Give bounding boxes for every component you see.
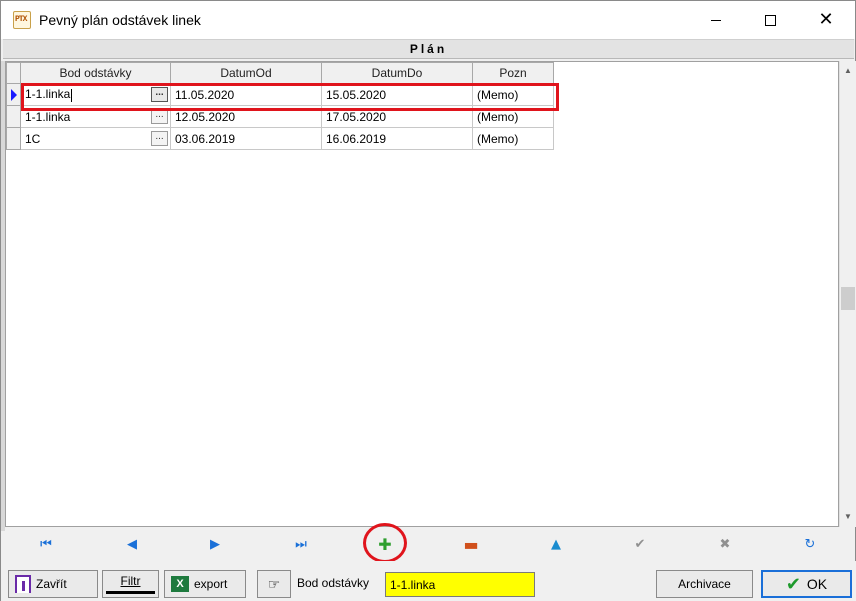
filter-button[interactable]: Filtr <box>102 570 159 598</box>
app-icon-label: PTX <box>15 15 27 24</box>
cell-datumod[interactable]: 03.06.2019 <box>170 127 322 150</box>
table-header-row: Bod odstávky DatumOd DatumDo Pozn <box>6 62 554 84</box>
close-window-button[interactable]: ✕ <box>803 1 849 39</box>
nav-post-button[interactable]: ✔ <box>625 531 655 557</box>
title-bar: PTX Pevný plán odstávek linek ✕ <box>1 1 855 39</box>
nav-refresh-button[interactable]: ↻ <box>795 531 825 557</box>
last-record-icon: ⏭ <box>295 536 307 552</box>
plus-icon: ✚ <box>378 534 392 554</box>
door-exit-icon <box>15 575 31 593</box>
maximize-button[interactable] <box>747 1 793 39</box>
text-caret <box>71 88 73 102</box>
minimize-button[interactable] <box>693 1 739 39</box>
cell-datumdo[interactable]: 17.05.2020 <box>321 105 473 128</box>
pointing-hand-icon: ☞ <box>267 575 281 592</box>
scroll-down-icon[interactable]: ▼ <box>840 509 856 525</box>
cell-datumod[interactable]: 12.05.2020 <box>170 105 322 128</box>
prior-record-icon: ◀ <box>127 536 137 552</box>
window-title: Pevný plán odstávek linek <box>39 12 201 28</box>
search-input[interactable] <box>385 572 535 597</box>
cell-pozn[interactable]: (Memo) <box>472 83 554 106</box>
app-icon: PTX <box>13 11 31 29</box>
indicator-header <box>6 62 21 84</box>
cell-bod-editing[interactable]: 1-1.linka... <box>20 83 171 106</box>
ellipsis-button[interactable]: ... <box>151 131 168 146</box>
search-field-label: Bod odstávky <box>297 576 370 590</box>
cancel-icon: ✖ <box>719 536 731 552</box>
cell-datumod[interactable]: 11.05.2020 <box>170 83 322 106</box>
up-triangle-icon: ▲ <box>551 536 561 552</box>
close-button[interactable]: Zavřít <box>8 570 98 598</box>
table-row[interactable]: 1C... 03.06.2019 16.06.2019 (Memo) <box>6 127 554 150</box>
ellipsis-button[interactable]: ... <box>151 109 168 124</box>
cell-bod-value[interactable]: 1-1.linka <box>25 87 70 101</box>
column-header-datumdo[interactable]: DatumDo <box>321 62 473 84</box>
scroll-up-icon[interactable]: ▲ <box>840 63 856 79</box>
nav-first-button[interactable]: ⏮ <box>31 531 61 557</box>
current-row-arrow-icon <box>11 88 17 101</box>
nav-prior-button[interactable]: ◀ <box>117 531 147 557</box>
minus-icon: ▬ <box>463 534 479 554</box>
cell-bod[interactable]: 1C... <box>20 127 171 150</box>
vertical-scrollbar[interactable]: ▲ ▼ <box>839 61 856 527</box>
locate-button[interactable]: ☞ <box>257 570 291 598</box>
nav-next-button[interactable]: ▶ <box>200 531 230 557</box>
cell-bod-value: 1C <box>25 131 41 146</box>
nav-edit-button[interactable]: ▲ <box>541 531 571 557</box>
nav-last-button[interactable]: ⏭ <box>286 531 316 557</box>
cell-pozn[interactable]: (Memo) <box>472 127 554 150</box>
maximize-icon <box>764 14 776 26</box>
filter-indicator-bar <box>106 590 155 594</box>
filter-button-label: Filtr <box>120 573 141 588</box>
first-record-icon: ⏮ <box>40 536 52 552</box>
table-row[interactable]: 1-1.linka... 11.05.2020 15.05.2020 (Memo… <box>6 83 554 106</box>
nav-delete-button[interactable]: ▬ <box>456 531 486 557</box>
cell-bod-value: 1-1.linka <box>25 109 71 124</box>
section-title: Plán <box>3 39 854 59</box>
nav-insert-button[interactable]: ✚ <box>370 531 400 557</box>
checkmark-icon: ✔ <box>785 573 801 595</box>
cell-pozn[interactable]: (Memo) <box>472 105 554 128</box>
check-icon: ✔ <box>634 536 646 552</box>
archive-button-label: Archivace <box>678 577 731 591</box>
cell-datumdo[interactable]: 15.05.2020 <box>321 83 473 106</box>
next-record-icon: ▶ <box>210 536 220 552</box>
column-header-bod[interactable]: Bod odstávky <box>20 62 171 84</box>
record-navigator: ⏮ ◀ ▶ ⏭ ✚ ▬ ▲ ✔ ✖ ↻ <box>5 529 853 559</box>
row-indicator <box>6 105 21 128</box>
export-button[interactable]: X export <box>164 570 246 598</box>
ok-button[interactable]: ✔ OK <box>761 570 852 598</box>
close-button-label: Zavřít <box>36 577 67 591</box>
archive-button[interactable]: Archivace <box>656 570 753 598</box>
column-header-pozn[interactable]: Pozn <box>472 62 554 84</box>
excel-icon: X <box>171 576 189 592</box>
ok-button-label: OK <box>806 576 828 592</box>
scroll-thumb[interactable] <box>841 287 855 310</box>
row-indicator <box>6 83 21 106</box>
cell-bod[interactable]: 1-1.linka... <box>20 105 171 128</box>
ellipsis-button[interactable]: ... <box>151 87 168 102</box>
refresh-icon: ↻ <box>804 536 816 552</box>
cell-datumdo[interactable]: 16.06.2019 <box>321 127 473 150</box>
plan-table: Bod odstávky DatumOd DatumDo Pozn 1-1.li… <box>6 62 554 150</box>
data-grid: Bod odstávky DatumOd DatumDo Pozn 1-1.li… <box>5 61 839 527</box>
column-header-datumod[interactable]: DatumOd <box>170 62 322 84</box>
row-indicator <box>6 127 21 150</box>
dialog-window: PTX Pevný plán odstávek linek ✕ Plán Bod… <box>0 0 856 601</box>
table-row[interactable]: 1-1.linka... 12.05.2020 17.05.2020 (Memo… <box>6 105 554 128</box>
nav-cancel-button[interactable]: ✖ <box>710 531 740 557</box>
export-button-label: export <box>194 577 228 591</box>
close-icon: ✕ <box>818 9 834 30</box>
minimize-icon <box>711 19 721 21</box>
